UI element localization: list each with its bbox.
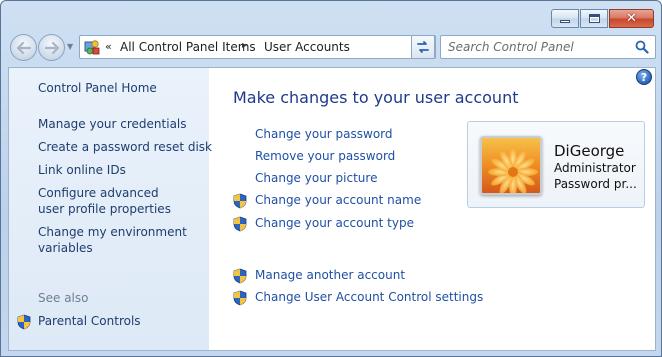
refresh-button[interactable] [411,35,435,59]
refresh-icon [417,41,429,53]
breadcrumb-separator[interactable]: ▸ [242,40,247,51]
search-icon[interactable] [635,40,649,54]
password-status: Password pr... [554,177,637,191]
window: ✕ ▼ « All Control Panel Items ▸ User Acc… [0,0,662,357]
breadcrumb-user-accounts[interactable]: User Accounts [264,40,350,54]
uac-shield-icon [17,314,31,330]
caption-buttons: ✕ [550,9,654,28]
main-pane: ? Make changes to your user account Chan… [209,68,655,350]
uac-shield-icon [233,216,247,232]
help-button[interactable]: ? [636,69,652,85]
account-role: Administrator [554,161,636,175]
maximize-button[interactable] [580,9,608,28]
maximize-icon [588,14,600,23]
breadcrumb-overflow[interactable]: « [105,40,112,53]
page-title: Make changes to your user account [233,88,519,107]
uac-shield-icon [233,268,247,284]
close-icon: ✕ [626,11,637,26]
minimize-icon [560,20,570,23]
see-also-heading: See also [38,291,89,305]
address-bar[interactable]: « All Control Panel Items ▸ User Account… [79,35,436,59]
uac-shield-icon [233,193,247,209]
sidebar-advanced-profile[interactable]: Configure advanced user profile properti… [38,185,188,217]
remove-password-link[interactable]: Remove your password [255,149,395,163]
change-password-link[interactable]: Change your password [255,127,393,141]
recent-pages-dropdown[interactable]: ▼ [67,42,73,51]
sidebar-parental-controls[interactable]: Parental Controls [38,314,141,328]
back-button[interactable] [10,34,37,61]
sidebar: Control Panel Home Manage your credentia… [9,68,212,350]
sidebar-manage-credentials[interactable]: Manage your credentials [38,116,203,132]
flower-icon [488,147,538,193]
change-account-name-link[interactable]: Change your account name [255,193,421,207]
close-button[interactable]: ✕ [609,9,654,28]
uac-shield-icon [233,290,247,306]
search-box[interactable] [440,35,656,59]
manage-another-account-link[interactable]: Manage another account [255,268,405,282]
change-picture-link[interactable]: Change your picture [255,171,377,185]
account-card: DiGeorge Administrator Password pr... [467,121,645,208]
sidebar-environment-variables[interactable]: Change my environment variables [38,224,188,256]
sidebar-create-reset-disk[interactable]: Create a password reset disk [38,139,212,155]
forward-button[interactable] [38,34,65,61]
content-area: Control Panel Home Manage your credentia… [8,67,656,351]
forward-arrow-icon [44,41,59,54]
uac-settings-link[interactable]: Change User Account Control settings [255,290,483,304]
breadcrumb-all-items[interactable]: All Control Panel Items [120,40,256,54]
control-panel-icon [84,40,100,55]
minimize-button[interactable] [551,9,579,28]
search-input[interactable] [441,36,631,58]
avatar[interactable] [480,136,542,195]
sidebar-link-online-ids[interactable]: Link online IDs [38,162,203,178]
change-account-type-link[interactable]: Change your account type [255,216,414,230]
back-arrow-icon [16,41,31,54]
sidebar-control-panel-home[interactable]: Control Panel Home [38,80,203,96]
account-name: DiGeorge [554,142,625,160]
